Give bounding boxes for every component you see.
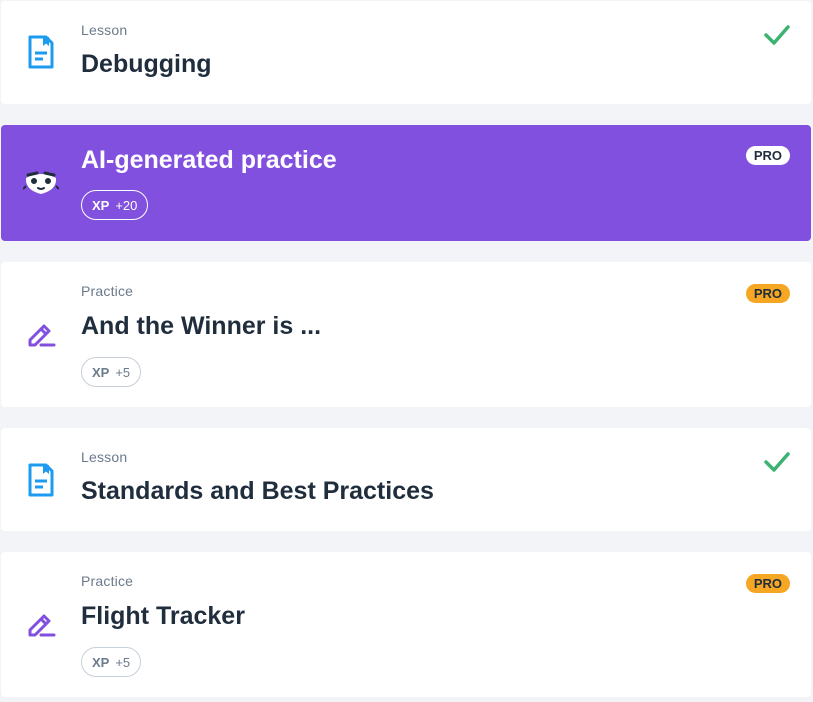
item-kind-label: Lesson (81, 449, 128, 465)
xp-value: +20 (115, 197, 138, 213)
list-item-standards-and-best-practices[interactable]: Lesson Standards and Best Practices (1, 428, 811, 531)
pencil-practice-icon (23, 606, 59, 642)
item-title: AI-generated practice (81, 146, 337, 174)
item-kind-label: Lesson (81, 22, 128, 38)
list-item-debugging[interactable]: Lesson Debugging (1, 1, 811, 104)
ai-mascot-icon (23, 165, 59, 201)
xp-label: XP (92, 654, 110, 670)
item-kind-label: Practice (81, 283, 134, 299)
item-title: Standards and Best Practices (81, 477, 434, 505)
item-title: And the Winner is ... (81, 312, 322, 340)
xp-pill: XP +20 (81, 190, 149, 220)
xp-pill: XP +5 (81, 357, 142, 387)
xp-label: XP (92, 197, 110, 213)
lesson-book-icon (23, 34, 59, 70)
check-icon (764, 25, 790, 45)
pro-badge: PRO (745, 284, 790, 303)
pencil-practice-icon (23, 316, 59, 352)
check-icon (764, 452, 790, 472)
xp-label: XP (92, 364, 110, 380)
pro-badge: PRO (745, 146, 790, 165)
item-title: Debugging (81, 50, 212, 78)
pro-badge: PRO (745, 574, 790, 593)
xp-value: +5 (115, 654, 131, 670)
xp-pill: XP +5 (81, 647, 142, 677)
list-item-flight-tracker[interactable]: Practice Flight Tracker XP +5 PRO (1, 552, 811, 697)
item-kind-label: Practice (81, 573, 134, 589)
xp-value: +5 (115, 364, 131, 380)
item-title: Flight Tracker (81, 602, 245, 630)
lesson-book-icon (23, 462, 59, 498)
list-item-ai-generated-practice[interactable]: AI-generated practice XP +20 PRO (1, 125, 811, 241)
list-item-and-the-winner-is[interactable]: Practice And the Winner is ... XP +5 PRO (1, 262, 811, 407)
lesson-list: Lesson Debugging AI-generated practice X… (0, 0, 813, 702)
